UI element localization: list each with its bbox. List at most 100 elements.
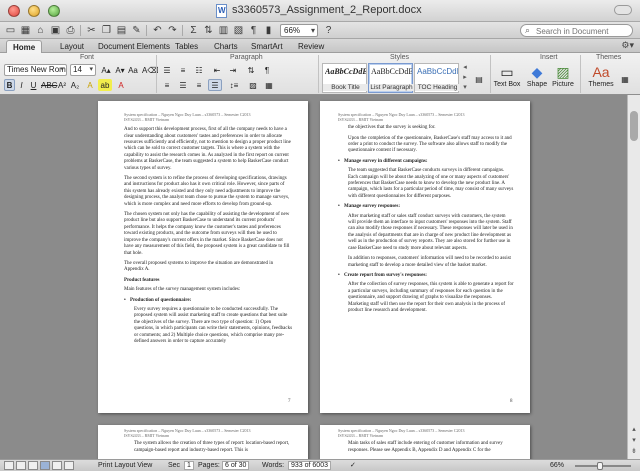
increase-indent-button[interactable]: ⇥: [226, 64, 240, 76]
words-value[interactable]: 933 of 6003: [288, 461, 331, 470]
subscript-button[interactable]: A₂: [69, 79, 81, 91]
sort-icon[interactable]: ⇅: [202, 24, 215, 37]
style-label: List Paragraph: [369, 84, 414, 91]
bullet-heading: Create report from survey's responses:: [338, 273, 514, 280]
redo-icon[interactable]: ↷: [166, 24, 179, 37]
toolbox-icon[interactable]: ▧: [232, 24, 245, 37]
align-right-button[interactable]: ≡: [192, 79, 206, 91]
clear-formatting-button[interactable]: A⌫: [141, 64, 159, 76]
sort-button[interactable]: ⇅: [244, 64, 258, 76]
font-size-select[interactable]: 14: [70, 64, 96, 76]
focus-view-button[interactable]: [64, 461, 74, 470]
scroll-down-arrow-icon[interactable]: ▾: [628, 436, 640, 446]
save-icon[interactable]: ▣: [49, 24, 62, 37]
theme-colors-button[interactable]: ▦: [618, 73, 632, 85]
vertical-scrollbar[interactable]: ▴ ▾ ⇟: [627, 95, 640, 459]
tab-review[interactable]: Review: [292, 40, 330, 53]
bold-button[interactable]: B: [4, 79, 15, 91]
close-window-button[interactable]: [8, 5, 20, 17]
shading-button[interactable]: ▨: [246, 79, 260, 91]
strikethrough-button[interactable]: ABC: [40, 79, 57, 91]
text-effects-button[interactable]: A: [84, 79, 96, 91]
notebook-view-button[interactable]: [52, 461, 62, 470]
picture-button[interactable]: ▨ Picture: [548, 63, 578, 93]
align-left-button[interactable]: ≡: [160, 79, 174, 91]
grow-font-button[interactable]: A▴: [99, 64, 113, 76]
page-9[interactable]: System specification – Nguyen Ngoc Duy L…: [98, 425, 308, 459]
shrink-font-button[interactable]: A▾: [113, 64, 127, 76]
scrollbar-thumb[interactable]: [630, 111, 638, 141]
zoom-slider-knob[interactable]: [597, 462, 603, 470]
search-input[interactable]: [536, 26, 628, 36]
pages-value[interactable]: 6 of 30: [222, 461, 250, 470]
next-page-icon[interactable]: ⇟: [628, 447, 640, 457]
toolbar-divider: [80, 25, 81, 36]
bullets-button[interactable]: ☰: [160, 64, 174, 76]
cut-icon[interactable]: ✂: [85, 24, 98, 37]
format-painter-icon[interactable]: ✎: [130, 24, 143, 37]
search-field[interactable]: ⌕: [520, 24, 633, 37]
line-spacing-button[interactable]: ↕≡: [226, 79, 242, 91]
show-marks-button[interactable]: ¶: [260, 64, 274, 76]
print-layout-view-button[interactable]: [40, 461, 50, 470]
paste-icon[interactable]: ▤: [115, 24, 128, 37]
draft-view-button[interactable]: [4, 461, 14, 470]
zoom-slider[interactable]: [575, 462, 631, 470]
page-10[interactable]: System specification – Nguyen Ngoc Duy L…: [320, 425, 530, 459]
page-7[interactable]: System specification – Nguyen Ngoc Duy L…: [98, 101, 308, 413]
outline-view-button[interactable]: [16, 461, 26, 470]
highlight-button[interactable]: ab: [98, 79, 112, 91]
themes-button[interactable]: Aa Themes: [586, 63, 616, 93]
tab-layout[interactable]: Layout: [54, 40, 90, 53]
style-list-paragraph[interactable]: AaBbCcDdEe List Paragraph: [368, 63, 414, 93]
open-folder-icon[interactable]: ⌂: [34, 24, 47, 37]
style-toc-heading[interactable]: AaBbCcDdI TOC Heading: [414, 63, 460, 93]
font-group-label: Font: [80, 54, 95, 61]
style-book-title[interactable]: AaBbCcDdEe Book Title: [322, 63, 368, 93]
change-case-button[interactable]: Aa: [127, 64, 139, 76]
decrease-indent-button[interactable]: ⇤: [210, 64, 224, 76]
section-value: 1: [184, 461, 194, 470]
multilevel-list-button[interactable]: ☷: [192, 64, 206, 76]
align-center-button[interactable]: ☰: [176, 79, 190, 91]
justify-button[interactable]: ☰: [208, 79, 222, 91]
style-label: TOC Heading: [415, 84, 460, 91]
scroll-up-arrow-icon[interactable]: ▴: [628, 425, 640, 435]
page-header-line: ISYS2433 – RMIT Vietnam: [124, 116, 170, 122]
autosum-icon[interactable]: Σ: [187, 24, 200, 37]
sidebar-icon[interactable]: ▮: [262, 24, 275, 37]
tab-tables[interactable]: Tables: [169, 40, 204, 53]
document-canvas[interactable]: System specification – Nguyen Ngoc Duy L…: [0, 95, 627, 459]
numbering-button[interactable]: ≡: [176, 64, 190, 76]
toolbar-toggle-button[interactable]: [614, 5, 632, 15]
help-icon[interactable]: ?: [322, 24, 335, 37]
font-color-button[interactable]: A: [115, 79, 127, 91]
italic-button[interactable]: I: [16, 79, 27, 91]
tab-document-elements[interactable]: Document Elements: [92, 40, 176, 53]
templates-icon[interactable]: ▦: [19, 24, 32, 37]
tab-smartart[interactable]: SmartArt: [245, 40, 289, 53]
new-document-icon[interactable]: ▭: [4, 24, 17, 37]
zoom-select[interactable]: 66%: [280, 24, 318, 37]
borders-button[interactable]: ▦: [262, 79, 276, 91]
undo-icon[interactable]: ↶: [151, 24, 164, 37]
styles-scroll-arrows[interactable]: ◂ ▸ ▾: [461, 63, 469, 93]
styles-pane-button[interactable]: ▤: [472, 73, 486, 85]
underline-button[interactable]: U: [28, 79, 39, 91]
style-label: Book Title: [323, 84, 368, 91]
font-name-select[interactable]: Times New Roman: [4, 64, 67, 76]
gallery-icon[interactable]: ▥: [217, 24, 230, 37]
minimize-window-button[interactable]: [28, 5, 40, 17]
tab-charts[interactable]: Charts: [208, 40, 244, 53]
print-icon[interactable]: ⎙: [64, 24, 77, 37]
ribbon-options-icon[interactable]: ⚙▾: [621, 40, 634, 51]
publishing-view-button[interactable]: [28, 461, 38, 470]
page-8[interactable]: System specification – Nguyen Ngoc Duy L…: [320, 101, 530, 413]
spelling-check-icon[interactable]: ✓: [350, 460, 356, 471]
text-box-button[interactable]: ▭ Text Box: [492, 63, 522, 93]
zoom-window-button[interactable]: [48, 5, 60, 17]
show-formatting-icon[interactable]: ¶: [247, 24, 260, 37]
superscript-button[interactable]: A²: [56, 79, 68, 91]
copy-icon[interactable]: ❐: [100, 24, 113, 37]
tab-home[interactable]: Home: [6, 40, 43, 53]
